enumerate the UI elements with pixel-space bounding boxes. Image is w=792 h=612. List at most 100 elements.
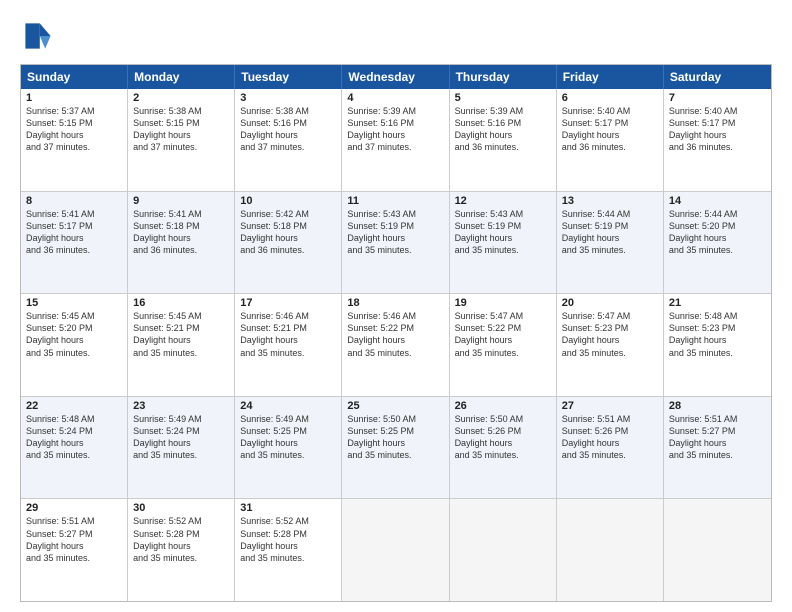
sunset-text: Sunset: 5:26 PM <box>455 425 551 437</box>
daylight-value: and 35 minutes. <box>26 552 122 564</box>
sunset-text: Sunset: 5:27 PM <box>26 528 122 540</box>
sunrise-text: Sunrise: 5:37 AM <box>26 105 122 117</box>
sunrise-text: Sunrise: 5:38 AM <box>133 105 229 117</box>
sunset-text: Sunset: 5:19 PM <box>562 220 658 232</box>
calendar-header-cell: Saturday <box>664 65 771 89</box>
calendar-body: 1Sunrise: 5:37 AMSunset: 5:15 PM Daylight… <box>21 89 771 601</box>
daylight-label: Daylight hours <box>562 129 658 141</box>
calendar-cell: 8Sunrise: 5:41 AMSunset: 5:17 PMDaylight… <box>21 192 128 294</box>
sunset-text: Sunset: 5:17 PM <box>669 117 766 129</box>
sunset-text: Sunset: 5:16 PM <box>455 117 551 129</box>
daylight-label: Daylight hours <box>240 334 336 346</box>
sunrise-text: Sunrise: 5:49 AM <box>240 413 336 425</box>
daylight-label: Daylight hours <box>133 129 229 141</box>
calendar-cell: 1Sunrise: 5:37 AMSunset: 5:15 PMDaylight… <box>21 89 128 191</box>
daylight-value: and 35 minutes. <box>455 244 551 256</box>
sunrise-text: Sunrise: 5:49 AM <box>133 413 229 425</box>
sunset-text: Sunset: 5:19 PM <box>455 220 551 232</box>
daylight-label: Daylight hours <box>240 232 336 244</box>
day-number: 25 <box>347 400 443 412</box>
day-number: 19 <box>455 297 551 309</box>
calendar-cell <box>664 499 771 601</box>
daylight-value: and 36 minutes. <box>133 244 229 256</box>
day-number: 10 <box>240 195 336 207</box>
sunset-text: Sunset: 5:17 PM <box>562 117 658 129</box>
sunset-text: Sunset: 5:22 PM <box>347 322 443 334</box>
sunrise-text: Sunrise: 5:39 AM <box>455 105 551 117</box>
daylight-label: Daylight hours <box>455 129 551 141</box>
sunrise-text: Sunrise: 5:41 AM <box>26 208 122 220</box>
sunset-text: Sunset: 5:23 PM <box>562 322 658 334</box>
day-number: 3 <box>240 92 336 104</box>
daylight-value: and 36 minutes. <box>455 141 551 153</box>
calendar-cell: 13Sunrise: 5:44 AMSunset: 5:19 PMDayligh… <box>557 192 664 294</box>
sunrise-text: Sunrise: 5:51 AM <box>669 413 766 425</box>
day-number: 24 <box>240 400 336 412</box>
sunrise-text: Sunrise: 5:40 AM <box>669 105 766 117</box>
calendar-cell: 22Sunrise: 5:48 AMSunset: 5:24 PMDayligh… <box>21 397 128 499</box>
daylight-label: Daylight hours <box>347 232 443 244</box>
calendar-cell: 3Sunrise: 5:38 AMSunset: 5:16 PMDaylight… <box>235 89 342 191</box>
day-number: 20 <box>562 297 658 309</box>
sunrise-text: Sunrise: 5:51 AM <box>562 413 658 425</box>
calendar-cell: 26Sunrise: 5:50 AMSunset: 5:26 PMDayligh… <box>450 397 557 499</box>
sunset-text: Sunset: 5:25 PM <box>347 425 443 437</box>
day-number: 6 <box>562 92 658 104</box>
sunrise-text: Sunrise: 5:51 AM <box>26 515 122 527</box>
sunset-text: Sunset: 5:15 PM <box>26 117 122 129</box>
daylight-label: Daylight hours <box>455 232 551 244</box>
sunset-text: Sunset: 5:25 PM <box>240 425 336 437</box>
calendar-cell: 19Sunrise: 5:47 AMSunset: 5:22 PMDayligh… <box>450 294 557 396</box>
sunset-text: Sunset: 5:21 PM <box>240 322 336 334</box>
calendar-cell: 20Sunrise: 5:47 AMSunset: 5:23 PMDayligh… <box>557 294 664 396</box>
daylight-label: Daylight hours <box>347 334 443 346</box>
daylight-value: and 35 minutes. <box>133 552 229 564</box>
calendar-cell: 5Sunrise: 5:39 AMSunset: 5:16 PMDaylight… <box>450 89 557 191</box>
sunrise-text: Sunrise: 5:40 AM <box>562 105 658 117</box>
calendar-cell: 24Sunrise: 5:49 AMSunset: 5:25 PMDayligh… <box>235 397 342 499</box>
sunset-text: Sunset: 5:24 PM <box>133 425 229 437</box>
calendar-header-cell: Friday <box>557 65 664 89</box>
calendar-cell: 9Sunrise: 5:41 AMSunset: 5:18 PMDaylight… <box>128 192 235 294</box>
calendar-cell: 29Sunrise: 5:51 AMSunset: 5:27 PMDayligh… <box>21 499 128 601</box>
day-number: 27 <box>562 400 658 412</box>
calendar-week: 1Sunrise: 5:37 AMSunset: 5:15 PM Daylight… <box>21 89 771 192</box>
day-number: 4 <box>347 92 443 104</box>
daylight-value: and 35 minutes. <box>455 347 551 359</box>
daylight-label: Daylight hours <box>455 437 551 449</box>
day-number: 21 <box>669 297 766 309</box>
calendar-cell: 18Sunrise: 5:46 AMSunset: 5:22 PMDayligh… <box>342 294 449 396</box>
calendar-cell: 10Sunrise: 5:42 AMSunset: 5:18 PMDayligh… <box>235 192 342 294</box>
day-number: 15 <box>26 297 122 309</box>
daylight-value: and 35 minutes. <box>240 449 336 461</box>
sunrise-text: Sunrise: 5:42 AM <box>240 208 336 220</box>
calendar-cell: 23Sunrise: 5:49 AMSunset: 5:24 PMDayligh… <box>128 397 235 499</box>
calendar-cell: 15Sunrise: 5:45 AMSunset: 5:20 PMDayligh… <box>21 294 128 396</box>
day-number: 1 <box>26 92 122 104</box>
day-number: 18 <box>347 297 443 309</box>
sunrise-text: Sunrise: 5:48 AM <box>26 413 122 425</box>
daylight-value: and 36 minutes. <box>240 244 336 256</box>
daylight-label: Daylight hours <box>26 232 122 244</box>
sunset-text: Sunset: 5:16 PM <box>347 117 443 129</box>
sunrise-text: Sunrise: 5:46 AM <box>240 310 336 322</box>
calendar-cell: 4Sunrise: 5:39 AMSunset: 5:16 PMDaylight… <box>342 89 449 191</box>
sunrise-text: Sunrise: 5:47 AM <box>455 310 551 322</box>
header <box>20 18 772 54</box>
sunrise-text: Sunrise: 5:44 AM <box>669 208 766 220</box>
sunrise-text: Sunrise: 5:47 AM <box>562 310 658 322</box>
sunset-text: Sunset: 5:27 PM <box>669 425 766 437</box>
daylight-value: and 35 minutes. <box>133 449 229 461</box>
daylight-label: Daylight hours <box>240 437 336 449</box>
calendar-cell: 21Sunrise: 5:48 AMSunset: 5:23 PMDayligh… <box>664 294 771 396</box>
daylight-label: Daylight hours <box>133 232 229 244</box>
daylight-value: and 37 minutes. <box>240 141 336 153</box>
daylight-value: and 35 minutes. <box>133 347 229 359</box>
daylight-label: Daylight hours <box>240 129 336 141</box>
daylight-label: Daylight hours <box>347 129 443 141</box>
calendar-cell <box>557 499 664 601</box>
calendar-cell: 7Sunrise: 5:40 AMSunset: 5:17 PMDaylight… <box>664 89 771 191</box>
day-number: 7 <box>669 92 766 104</box>
sunrise-text: Sunrise: 5:45 AM <box>133 310 229 322</box>
calendar-cell <box>342 499 449 601</box>
